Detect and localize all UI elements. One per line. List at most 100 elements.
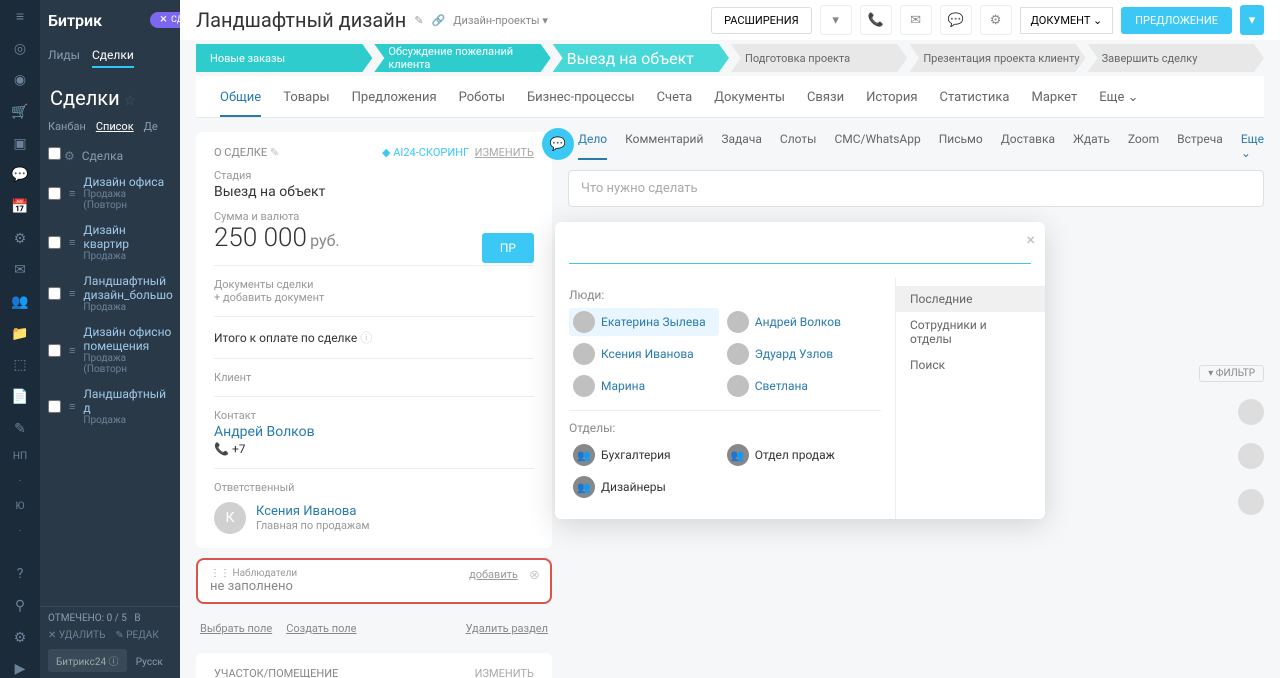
tab-item[interactable]: Товары <box>283 90 329 117</box>
pencil-icon[interactable]: ✎ <box>270 146 279 159</box>
deal-row[interactable]: ≡ Ландшафтный дизайн_большо Продажа <box>40 268 180 319</box>
close-icon[interactable]: × <box>160 15 167 25</box>
link-icon[interactable]: 🔗 <box>432 14 446 27</box>
nav-icon[interactable]: ✉ <box>10 261 30 279</box>
timeline-tab-more[interactable]: Еще ⌄ <box>1241 132 1264 160</box>
change-link[interactable]: изменить <box>475 667 534 678</box>
edit-action[interactable]: ✎ РЕДАК <box>115 630 158 641</box>
nav-icon[interactable]: 📄 <box>10 388 30 406</box>
mode-other[interactable]: Де <box>144 120 158 133</box>
close-icon[interactable]: ⊗ <box>529 568 540 583</box>
tab-general[interactable]: Общие <box>220 90 261 117</box>
stage-item[interactable]: Завершить сделку <box>1088 44 1264 72</box>
mode-kanban[interactable]: Канбан <box>48 120 86 133</box>
deal-name[interactable]: Дизайн офисно помещения <box>83 325 172 353</box>
deal-row[interactable]: ≡ Ландшафтный д Продажа <box>40 381 180 432</box>
tab-item[interactable]: Маркет <box>1032 90 1078 117</box>
change-link[interactable]: изменить <box>475 146 534 159</box>
nav-icon[interactable]: ✎ <box>10 420 30 438</box>
gear-icon[interactable]: ⚙ <box>980 5 1012 35</box>
add-watcher-link[interactable]: добавить <box>469 568 518 581</box>
mail-icon[interactable]: ✉ <box>900 5 932 35</box>
pencil-icon[interactable]: ✎ <box>414 14 423 27</box>
nav-icon[interactable]: ⚲ <box>10 597 30 615</box>
responsible-name[interactable]: Ксения Иванова <box>256 504 370 519</box>
deal-checkbox[interactable] <box>48 344 61 357</box>
deal-row[interactable]: ≡ Дизайн офиса Продажа (Повторн <box>40 169 180 217</box>
stage-item[interactable]: Презентация проекта клиенту <box>909 44 1085 72</box>
dept-item[interactable]: 👥 Дизайнеры <box>569 473 719 501</box>
deal-name[interactable]: Ландшафтный д <box>83 387 172 415</box>
phone-icon[interactable]: 📞 <box>860 5 892 35</box>
tab-item[interactable]: Связи <box>807 90 844 117</box>
nav-icon[interactable]: 📁 <box>10 325 30 343</box>
timeline-tab[interactable]: Задача <box>721 132 761 160</box>
timeline-tab[interactable]: Слоты <box>780 132 817 160</box>
nav-icon[interactable]: ⬚ <box>10 356 30 374</box>
chat-icon[interactable]: 💬 <box>940 5 972 35</box>
nav-icon[interactable]: ▶ <box>10 660 30 678</box>
add-document-link[interactable]: + добавить документ <box>214 291 534 304</box>
person-item[interactable]: Ксения Иванова <box>569 340 719 368</box>
deal-row[interactable]: ≡ Дизайн квартир Продажа <box>40 217 180 268</box>
star-icon[interactable]: ☆ <box>124 93 137 109</box>
timeline-tab[interactable]: Ждать <box>1073 132 1110 160</box>
deal-checkbox[interactable] <box>48 236 61 249</box>
person-item[interactable]: Эдуард Узлов <box>723 340 873 368</box>
side-tab-search[interactable]: Поиск <box>896 352 1045 378</box>
todo-input[interactable]: Что нужно сделать <box>568 170 1264 207</box>
timeline-tab[interactable]: СМС/WhatsApp <box>834 132 920 160</box>
dept-item[interactable]: 👥 Бухгалтерия <box>569 441 719 469</box>
nav-icon[interactable]: ◉ <box>10 71 30 89</box>
dropdown-icon[interactable]: ▾ <box>820 5 852 35</box>
select-all-checkbox[interactable] <box>48 147 61 160</box>
side-tab-employees[interactable]: Сотрудники и отделы <box>896 312 1045 352</box>
payment-button[interactable]: ПР <box>482 233 534 263</box>
tab-leads[interactable]: Лиды <box>48 48 80 68</box>
document-button[interactable]: ДОКУМЕНТ ⌄ <box>1020 7 1114 34</box>
tab-item[interactable]: Предложения <box>352 90 437 117</box>
tab-item[interactable]: Роботы <box>459 90 505 117</box>
filter-button[interactable]: ▾ ФИЛЬТР <box>1199 365 1264 382</box>
stage-item[interactable]: Новые заказы <box>196 44 372 72</box>
tab-item[interactable]: Статистика <box>940 90 1010 117</box>
stage-item[interactable]: Обсуждение пожеланий клиента <box>374 44 550 72</box>
person-item[interactable]: Андрей Волков <box>723 308 873 336</box>
lang-selector[interactable]: Русск <box>136 657 163 668</box>
offer-button[interactable]: ПРЕДЛОЖЕНИЕ <box>1121 7 1232 34</box>
bitrix24-badge[interactable]: Битрикс24 ⓘ <box>48 649 127 672</box>
timeline-tab[interactable]: Доставка <box>1001 132 1055 160</box>
search-input[interactable] <box>569 236 1031 264</box>
grip-icon[interactable]: ≡ <box>69 400 75 413</box>
deal-checkbox[interactable] <box>48 287 61 300</box>
tab-item[interactable]: История <box>866 90 917 117</box>
nav-icon[interactable]: 🛒 <box>10 103 30 121</box>
deal-checkbox[interactable] <box>48 400 61 413</box>
deal-row[interactable]: ≡ Дизайн офисно помещения Продажа (Повто… <box>40 319 180 381</box>
help-icon[interactable]: ? <box>10 565 30 583</box>
ai-scoring-link[interactable]: ◆ AI24-скоринг <box>382 146 469 159</box>
offer-dropdown[interactable]: ▾ <box>1240 5 1264 35</box>
nav-icon[interactable]: 👥 <box>10 293 30 311</box>
deal-name[interactable]: Ландшафтный дизайн_большо <box>83 274 172 302</box>
deal-name[interactable]: Дизайн квартир <box>83 223 172 251</box>
tab-item[interactable]: Бизнес-процессы <box>527 90 635 117</box>
extensions-button[interactable]: РАСШИРЕНИЯ <box>711 7 812 34</box>
settings-icon[interactable]: ⚙ <box>10 629 30 647</box>
deal-checkbox[interactable] <box>48 187 61 200</box>
create-field-link[interactable]: Создать поле <box>286 622 356 635</box>
timeline-tab[interactable]: Zoom <box>1128 132 1159 160</box>
phone-icon[interactable]: 📞 <box>214 442 229 456</box>
mode-list[interactable]: Список <box>96 120 134 133</box>
stage-item[interactable]: Выезд на объект <box>553 44 729 72</box>
select-field-link[interactable]: Выбрать поле <box>200 622 272 635</box>
gear-icon[interactable]: ⚙ <box>64 149 75 163</box>
menu-icon[interactable]: ≡ <box>10 8 30 26</box>
person-item[interactable]: Марина <box>569 372 719 400</box>
nav-icon[interactable]: 💬 <box>10 166 30 184</box>
side-tab-recent[interactable]: Последние <box>896 286 1045 312</box>
tab-item[interactable]: Документы <box>714 90 785 117</box>
chat-bubble-icon[interactable]: 💬 <box>542 128 574 160</box>
watchers-field[interactable]: ⋮⋮ Наблюдатели не заполнено добавить ⊗ <box>196 558 552 604</box>
breadcrumb[interactable]: Дизайн-проекты ▾ <box>453 14 548 27</box>
